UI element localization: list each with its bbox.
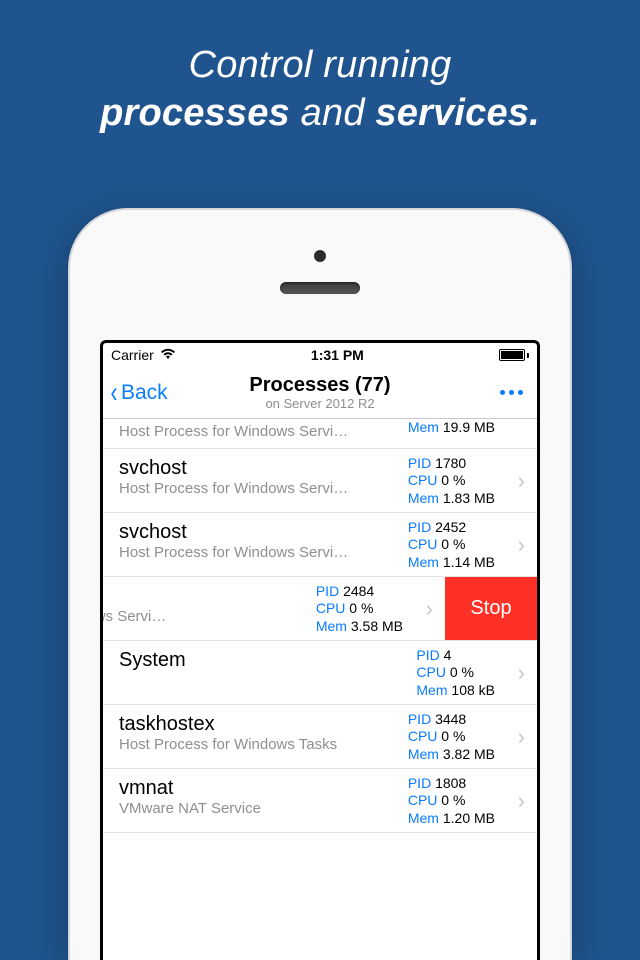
process-row[interactable]: svchostHost Process for Windows Servi…PI… [103, 513, 537, 577]
chevron-right-icon: › [518, 468, 525, 494]
chevron-right-icon: › [518, 532, 525, 558]
page-subtitle: on Server 2012 R2 [103, 396, 537, 411]
battery-icon [499, 349, 529, 361]
process-stats: PID 1780CPU 0 %Mem 1.83 MB [408, 454, 495, 507]
back-label: Back [121, 381, 168, 405]
process-description: ess for Windows Servi… [103, 608, 293, 625]
chevron-left-icon: ‹ [111, 378, 118, 408]
process-description: Host Process for Windows Servi… [119, 423, 389, 440]
process-description: VMware NAT Service [119, 800, 389, 817]
chevron-right-icon: › [518, 724, 525, 750]
process-row[interactable]: svchostHost Process for Windows Servi…PI… [103, 449, 537, 513]
speaker-slot [280, 282, 360, 294]
process-description: Host Process for Windows Servi… [119, 480, 389, 497]
process-stats: PID 1808CPU 0 %Mem 1.20 MB [408, 774, 495, 827]
status-bar: Carrier 1:31 PM [103, 343, 537, 367]
back-button[interactable]: ‹ Back [103, 378, 168, 408]
process-description: Host Process for Windows Tasks [119, 736, 389, 753]
status-time: 1:31 PM [311, 347, 364, 363]
process-row[interactable]: taskhostexHost Process for Windows Tasks… [103, 705, 537, 769]
chevron-right-icon: › [518, 660, 525, 686]
process-row[interactable]: Host Process for Windows Servi… Mem 19.9 … [103, 419, 537, 449]
process-row-swiped[interactable]: tess for Windows Servi…PID 2484CPU 0 %Me… [103, 577, 537, 641]
more-button[interactable] [498, 367, 525, 418]
page-title: Processes (77) [103, 374, 537, 397]
wifi-icon [160, 347, 176, 363]
camera-dot [314, 250, 326, 262]
process-description: Host Process for Windows Servi… [119, 544, 389, 561]
chevron-right-icon: › [518, 788, 525, 814]
phone-frame: Carrier 1:31 PM ‹ Back Processes (77) on… [70, 210, 570, 960]
nav-bar: ‹ Back Processes (77) on Server 2012 R2 [103, 367, 537, 419]
process-stats: Mem 19.9 MB [408, 419, 495, 437]
process-stats: PID 4CPU 0 %Mem 108 kB [416, 646, 495, 699]
process-stats: PID 2484CPU 0 %Mem 3.58 MB [316, 582, 403, 635]
process-list[interactable]: Host Process for Windows Servi… Mem 19.9 … [103, 419, 537, 833]
process-row[interactable]: vmnatVMware NAT ServicePID 1808CPU 0 %Me… [103, 769, 537, 833]
process-stats: PID 3448CPU 0 %Mem 3.82 MB [408, 710, 495, 763]
process-stats: PID 2452CPU 0 %Mem 1.14 MB [408, 518, 495, 571]
marketing-tagline: Control running processes and services. [0, 0, 640, 137]
stop-button[interactable]: Stop [445, 577, 537, 640]
process-row[interactable]: SystemPID 4CPU 0 %Mem 108 kB› [103, 641, 537, 705]
phone-hardware-top [70, 228, 570, 340]
screen: Carrier 1:31 PM ‹ Back Processes (77) on… [100, 340, 540, 960]
carrier-label: Carrier [111, 347, 154, 363]
chevron-right-icon: › [426, 596, 433, 622]
